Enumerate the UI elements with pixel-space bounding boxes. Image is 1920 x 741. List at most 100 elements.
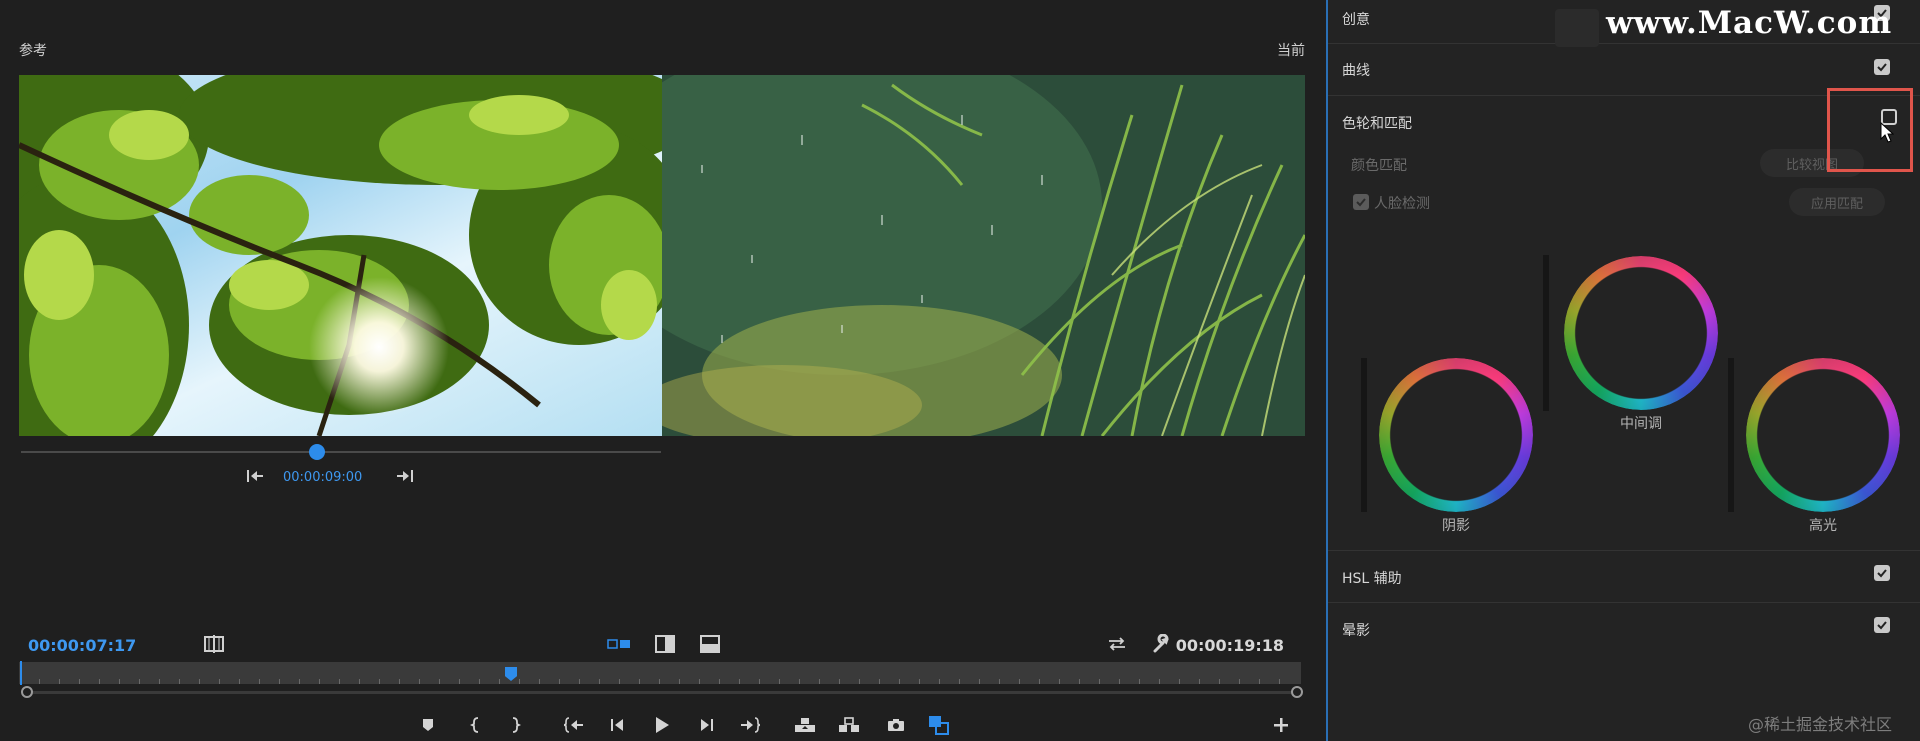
timeline-tick <box>59 679 60 684</box>
highlights-color-wheel[interactable] <box>1746 358 1900 512</box>
in-point-icon[interactable] <box>462 713 488 737</box>
timeline-tick <box>499 679 500 684</box>
vertical-split-icon[interactable] <box>653 633 677 655</box>
timeline-tick <box>1019 679 1020 684</box>
section-curves[interactable]: 曲线 <box>1328 44 1920 94</box>
timeline-tick <box>619 679 620 684</box>
timeline-tick <box>439 679 440 684</box>
zoom-handle-right[interactable] <box>1291 686 1303 698</box>
midtones-luma-slider[interactable] <box>1543 255 1549 411</box>
timeline-tick <box>719 679 720 684</box>
go-to-out-icon[interactable] <box>737 713 763 737</box>
step-back-frame-icon[interactable] <box>604 713 630 737</box>
timeline-tick <box>519 679 520 684</box>
timeline-tick <box>1179 679 1180 684</box>
timeline-tick <box>399 679 400 684</box>
reference-scrub-bar[interactable] <box>21 451 661 453</box>
current-timecode[interactable]: 00:00:07:17 <box>28 636 136 655</box>
highlights-label: 高光 <box>1809 518 1837 534</box>
timeline-tick <box>559 679 560 684</box>
midtones-color-wheel[interactable] <box>1564 256 1718 410</box>
timeline-tick <box>879 679 880 684</box>
timeline-tick <box>859 679 860 684</box>
shadows-color-wheel[interactable] <box>1379 358 1533 512</box>
reference-image <box>19 75 662 436</box>
wrench-icon[interactable] <box>1150 633 1174 655</box>
step-back-icon[interactable] <box>244 465 266 487</box>
section-hsl-secondary[interactable]: HSL 辅助 <box>1328 551 1920 601</box>
reference-playhead[interactable] <box>309 444 325 460</box>
zoom-handle-left[interactable] <box>21 686 33 698</box>
lift-icon[interactable] <box>792 713 818 737</box>
section-vignette[interactable]: 晕影 <box>1328 603 1920 653</box>
timeline-tick <box>279 679 280 684</box>
timeline-tick <box>1239 679 1240 684</box>
face-detect-label: 人脸检测 <box>1374 196 1430 212</box>
side-by-side-icon[interactable] <box>607 633 631 655</box>
out-point-icon[interactable] <box>503 713 529 737</box>
timeline-tick <box>1059 679 1060 684</box>
horizontal-split-icon[interactable] <box>698 633 722 655</box>
timeline-tick <box>119 679 120 684</box>
timeline-tick <box>379 679 380 684</box>
timeline-tick <box>759 679 760 684</box>
section-curves-label: 曲线 <box>1342 63 1370 79</box>
section-color-wheels-label: 色轮和匹配 <box>1342 116 1412 132</box>
timeline-tick <box>239 679 240 684</box>
add-icon[interactable] <box>1268 713 1294 737</box>
timeline-tick <box>99 679 100 684</box>
timeline-tick <box>1259 679 1260 684</box>
play-icon[interactable] <box>649 713 675 737</box>
tutorial-highlight-box <box>1827 88 1913 172</box>
timeline-tick <box>419 679 420 684</box>
face-detect-checkbox[interactable] <box>1353 194 1369 210</box>
go-to-in-icon[interactable] <box>561 713 587 737</box>
shadows-luma-slider[interactable] <box>1361 358 1367 512</box>
midtones-label: 中间调 <box>1620 416 1662 432</box>
timeline-tick <box>699 679 700 684</box>
timeline-tick <box>659 679 660 684</box>
color-match-label: 颜色匹配 <box>1351 158 1407 174</box>
timeline-tick <box>1219 679 1220 684</box>
step-forward-frame-icon[interactable] <box>694 713 720 737</box>
zoom-scroll-bar[interactable] <box>27 691 1297 694</box>
timeline-tick <box>199 679 200 684</box>
timeline-tick <box>979 679 980 684</box>
current-frame <box>662 75 1305 436</box>
section-hsl-label: HSL 辅助 <box>1342 571 1402 587</box>
curves-enable-checkbox[interactable] <box>1874 59 1890 75</box>
timeline-tick <box>579 679 580 684</box>
comparison-view-icon[interactable] <box>926 713 952 737</box>
timeline-tick <box>599 679 600 684</box>
timeline-tick <box>159 679 160 684</box>
timeline-tick <box>179 679 180 684</box>
camera-icon[interactable] <box>883 713 909 737</box>
timeline-tick <box>779 679 780 684</box>
timeline-tick <box>1099 679 1100 684</box>
watermark-text: www.MacW.com <box>1606 5 1893 41</box>
timeline-tick <box>959 679 960 684</box>
watermark-logo-icon <box>1555 9 1599 47</box>
shot-or-frame-icon[interactable] <box>202 633 226 655</box>
shadows-label: 阴影 <box>1442 518 1470 534</box>
highlights-luma-slider[interactable] <box>1728 358 1734 512</box>
apply-match-button[interactable]: 应用匹配 <box>1789 188 1885 216</box>
timeline-start-marker <box>20 661 22 685</box>
timeline-ruler[interactable] <box>19 662 1301 684</box>
timeline-tick <box>919 679 920 684</box>
duration-timecode: 00:00:19:18 <box>1175 636 1284 655</box>
timeline-tick <box>359 679 360 684</box>
hsl-enable-checkbox[interactable] <box>1874 565 1890 581</box>
vignette-enable-checkbox[interactable] <box>1874 617 1890 633</box>
swap-icon[interactable] <box>1105 633 1129 655</box>
timeline-tick <box>1039 679 1040 684</box>
extract-icon[interactable] <box>836 713 862 737</box>
step-forward-icon[interactable] <box>394 465 416 487</box>
marker-icon[interactable] <box>415 713 441 737</box>
timeline-tick <box>539 679 540 684</box>
reference-label: 参考 <box>19 43 47 59</box>
timeline-tick <box>1119 679 1120 684</box>
timeline-tick <box>799 679 800 684</box>
timeline-tick <box>819 679 820 684</box>
timeline-tick <box>299 679 300 684</box>
